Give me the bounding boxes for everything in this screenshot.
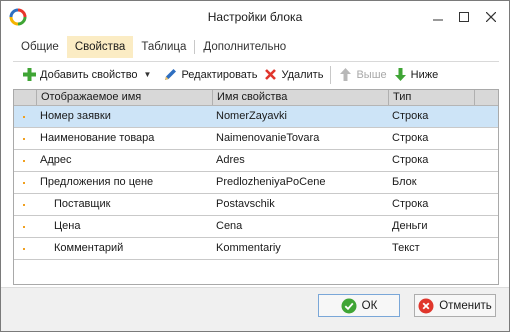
cell-type: Блок [392,176,417,188]
arrow-up-icon [338,67,353,82]
table-row[interactable]: Номер заявки NomerZayavki Строка [14,106,498,128]
cell-display-name: Наименование товара [40,132,155,144]
edit-label: Редактировать [181,68,258,81]
row-bullet-icon [23,160,25,162]
ok-button[interactable]: ОК [318,294,400,317]
plus-icon [22,67,37,82]
row-bullet-icon [23,182,25,184]
add-property-label: Добавить свойство [40,68,138,81]
column-header-display-name[interactable]: Отображаемое имя [36,90,212,105]
move-down-label: Ниже [410,68,439,81]
table-row[interactable]: Комментарий Kommentariy Текст [14,238,498,260]
cell-display-name: Предложения по цене [40,176,154,188]
tab-additional[interactable]: Дополнительно [195,36,294,58]
cell-type: Строка [392,132,429,144]
row-bullet-icon [23,204,25,206]
ok-label: ОК [361,299,378,312]
table-row[interactable]: Предложения по цене PredlozheniyaPoCene … [14,172,498,194]
table-row[interactable]: Наименование товара NaimenovanieTovara С… [14,128,498,150]
tab-general[interactable]: Общие [13,36,67,58]
pencil-icon [163,67,178,82]
cancel-label: Отменить [439,299,492,312]
delete-button[interactable]: Удалить [260,64,326,86]
move-up-button[interactable]: Выше [335,64,389,86]
dialog-window: Настройки блока Общие Свойства Таблица Д… [0,0,510,332]
minimize-icon [433,19,443,21]
cell-property-name: Kommentariy [216,242,281,254]
cell-property-name: Postavschik [216,198,275,210]
tab-table[interactable]: Таблица [133,36,194,58]
delete-label: Удалить [281,68,324,81]
grid-empty-area[interactable] [14,260,498,284]
add-property-button[interactable]: Добавить свойство ▼ [19,64,160,86]
toolbar-separator [330,65,332,84]
maximize-button[interactable] [453,6,475,28]
arrow-down-icon [393,67,408,82]
cell-display-name: Поставщик [54,198,111,210]
delete-x-icon [263,67,278,82]
table-row[interactable]: Цена Cena Деньги [14,216,498,238]
cell-display-name: Адрес [40,154,72,166]
close-button[interactable] [480,6,502,28]
check-circle-icon [341,298,357,314]
row-bullet-icon [23,138,25,140]
title-bar: Настройки блока [1,1,509,33]
toolbar: Добавить свойство ▼ Редактировать Удалит… [13,61,499,87]
header-filler-cell [474,90,498,105]
cancel-circle-icon [418,298,434,314]
chevron-down-icon[interactable]: ▼ [144,70,152,79]
cell-property-name: Adres [216,154,245,166]
tab-bar: Общие Свойства Таблица Дополнительно [13,36,294,58]
move-down-button[interactable]: Ниже [390,64,442,86]
cell-type: Деньги [392,220,428,232]
cell-property-name: PredlozheniyaPoCene [216,176,326,188]
column-header-property-name[interactable]: Имя свойства [212,90,388,105]
cell-property-name: Cena [216,220,243,232]
close-icon [486,12,496,22]
cell-type: Строка [392,154,429,166]
move-up-label: Выше [356,68,387,81]
tab-properties[interactable]: Свойства [66,36,134,58]
cell-display-name: Комментарий [54,242,124,254]
properties-grid: Отображаемое имя Имя свойства Тип Номер … [13,89,499,285]
cancel-button[interactable]: Отменить [414,294,496,317]
table-row[interactable]: Адрес Adres Строка [14,150,498,172]
table-row[interactable]: Поставщик Postavschik Строка [14,194,498,216]
cell-type: Строка [392,198,429,210]
cell-type: Текст [392,242,420,254]
row-bullet-icon [23,116,25,118]
edit-button[interactable]: Редактировать [160,64,260,86]
cell-type: Строка [392,110,429,122]
minimize-button[interactable] [427,6,449,28]
cell-display-name: Цена [54,220,81,232]
dialog-footer: ОК Отменить [1,287,509,331]
row-bullet-icon [23,248,25,250]
grid-header: Отображаемое имя Имя свойства Тип [14,90,498,106]
row-bullet-icon [23,226,25,228]
column-header-type[interactable]: Тип [388,90,474,105]
cell-property-name: NomerZayavki [216,110,287,122]
cell-property-name: NaimenovanieTovara [216,132,320,144]
cell-display-name: Номер заявки [40,110,111,122]
maximize-icon [459,12,469,22]
header-indicator-cell [14,90,36,105]
